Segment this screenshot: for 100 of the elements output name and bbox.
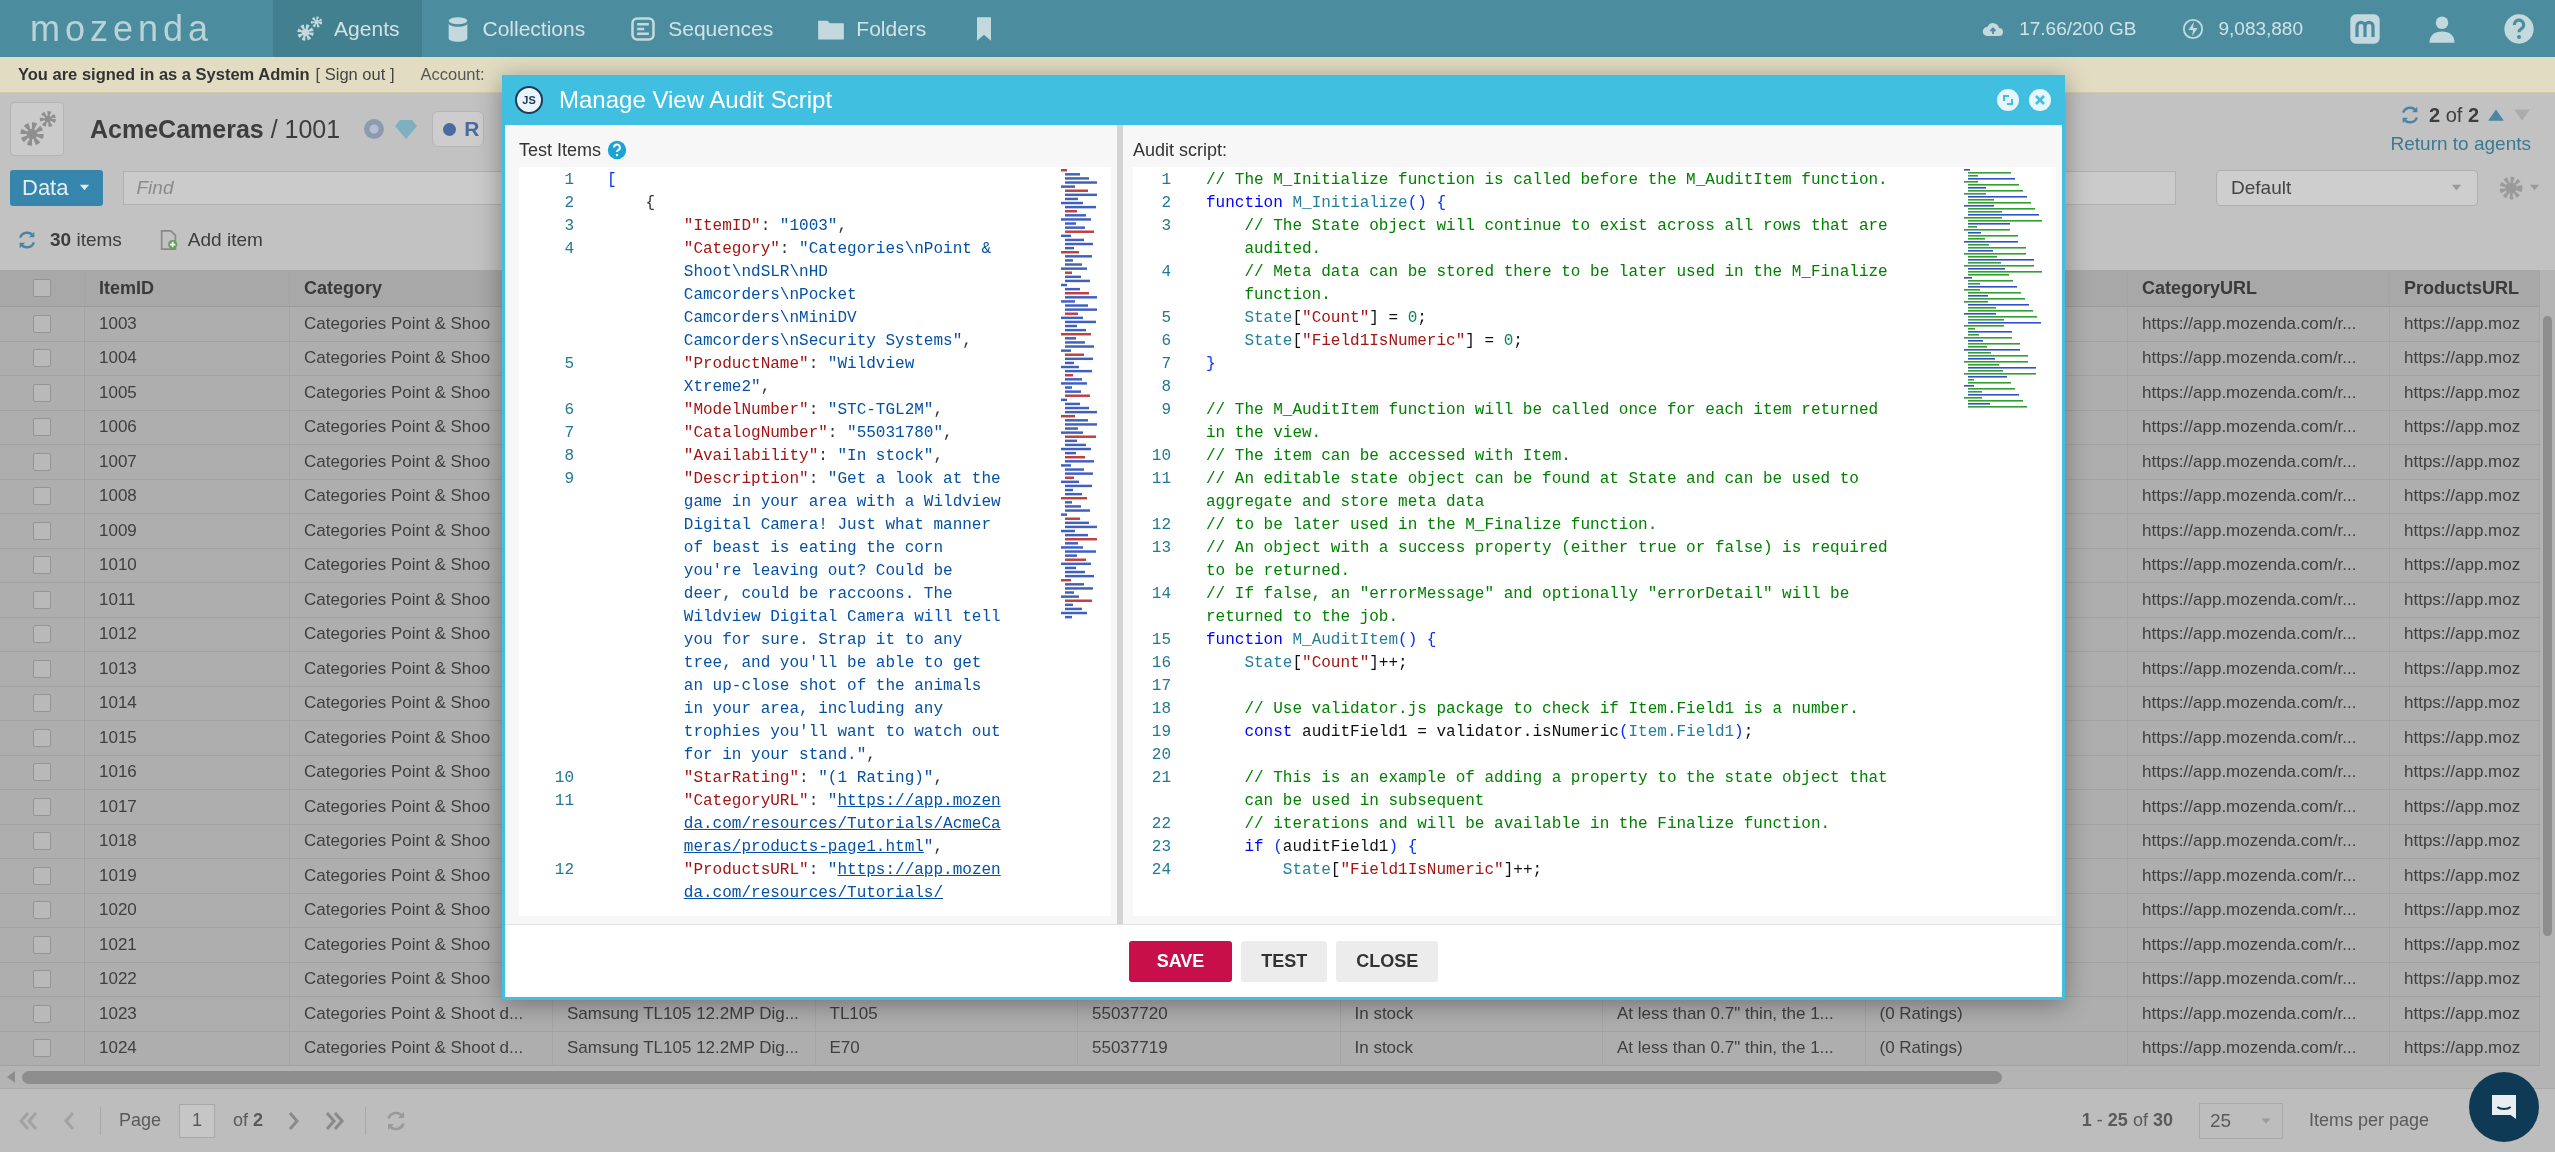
save-button[interactable]: SAVE — [1128, 940, 1233, 982]
nav-tab[interactable]: Folders — [795, 0, 949, 57]
help-icon[interactable] — [607, 140, 628, 160]
code-line: "Availability": "In stock", — [682, 446, 945, 467]
checkbox[interactable] — [33, 487, 51, 506]
checkbox[interactable] — [33, 452, 51, 471]
storage-usage: 17.66/200 GB — [2019, 17, 2137, 40]
app-logo: mozenda — [29, 7, 215, 50]
table-cell: (0 Ratings) — [1879, 1003, 1963, 1024]
close-icon[interactable] — [2028, 88, 2052, 112]
refresh-icon[interactable] — [16, 229, 38, 251]
checkbox[interactable] — [33, 279, 51, 297]
line-number: 1 — [563, 170, 574, 191]
table-cell: Categories Point & Shoo — [304, 624, 491, 645]
m-logo-icon[interactable] — [2349, 12, 2381, 45]
checkbox[interactable] — [33, 763, 51, 782]
checkbox[interactable] — [33, 349, 51, 368]
table-cell: https://app.mozenda.com/r... — [2142, 969, 2357, 990]
line-number: 15 — [1150, 630, 1171, 651]
table-cell: 1021 — [99, 934, 137, 955]
checkbox[interactable] — [33, 418, 51, 437]
checkbox[interactable] — [33, 866, 51, 885]
scrollbar-thumb[interactable] — [2543, 316, 2552, 936]
table-cell: Categories Point & Shoo — [304, 727, 491, 748]
nav-tab[interactable]: Sequences — [607, 0, 796, 57]
checkbox[interactable] — [33, 590, 51, 609]
table-cell: Categories Point & Shoo — [304, 658, 491, 679]
line-number: 10 — [553, 768, 574, 789]
checkbox[interactable] — [33, 521, 51, 540]
line-number: 17 — [1150, 676, 1171, 697]
help-icon[interactable] — [2503, 12, 2535, 45]
scrollbar-thumb[interactable] — [22, 1070, 2002, 1084]
checkbox[interactable] — [33, 797, 51, 816]
add-item-button[interactable]: Add item — [187, 229, 263, 251]
line-number: 3 — [563, 216, 574, 237]
code-line: // Use validator.js package to check if Item.Field1 is a number. — [1243, 699, 1860, 720]
restore-icon[interactable] — [1996, 88, 2020, 112]
code-line: [ — [607, 170, 618, 191]
gears-icon — [17, 109, 57, 149]
table-cell: Categories Point & Shoo — [304, 693, 491, 714]
table-cell: 55037720 — [1092, 1003, 1168, 1024]
checkbox[interactable] — [33, 1039, 51, 1058]
bolt-icon — [2182, 17, 2205, 40]
checkbox[interactable] — [33, 832, 51, 851]
code-line: State["Count"] = 0; — [1243, 308, 1428, 329]
up-arrow-icon[interactable] — [2487, 108, 2505, 122]
checkbox[interactable] — [33, 728, 51, 747]
checkbox[interactable] — [33, 694, 51, 713]
checkbox[interactable] — [33, 901, 51, 920]
table-cell: In stock — [1354, 1038, 1414, 1059]
credit-count: 9,083,880 — [2218, 17, 2303, 40]
line-number: 23 — [1150, 837, 1171, 858]
page-total: of 2 — [233, 1110, 264, 1131]
dialog-button[interactable]: TEST — [1241, 940, 1328, 982]
checkbox[interactable] — [33, 970, 51, 989]
checkbox[interactable] — [33, 625, 51, 644]
code-line: "ModelNumber": "STC-TGL2M", — [682, 400, 945, 421]
checkbox[interactable] — [33, 935, 51, 954]
left-arrow-icon[interactable] — [6, 1070, 16, 1084]
code-line: if (auditField1) { — [1243, 837, 1419, 858]
checkbox[interactable] — [33, 1004, 51, 1023]
table-cell: https://app.moz — [2404, 693, 2521, 714]
table-cell: https://app.moz — [2404, 762, 2521, 783]
status-chip[interactable]: R — [432, 111, 485, 147]
column-header[interactable]: Category — [304, 277, 383, 299]
code-line: // to be later used in the M_Finalize function. — [1206, 515, 1659, 536]
table-cell: https://app.mozenda.com/r... — [2142, 865, 2357, 886]
settings-icon[interactable] — [2498, 174, 2524, 201]
code-line: "Category": "Categories\nPoint & Shoot\ndSLR\nHD Camcorders\nPocket Camcorders\nMiniDV Camcorders\nSecurity Systems", — [682, 239, 993, 352]
checkbox[interactable] — [33, 659, 51, 678]
table-cell: https://app.mozenda.com/r... — [2142, 520, 2357, 541]
table-cell: https://app.moz — [2404, 555, 2521, 576]
nav-tab[interactable]: Collections — [421, 0, 608, 57]
table-cell: 1006 — [99, 417, 137, 438]
table-cell: https://app.moz — [2404, 451, 2521, 472]
checkbox[interactable] — [33, 383, 51, 402]
checkbox[interactable] — [33, 556, 51, 575]
dialog-button[interactable]: CLOSE — [1336, 940, 1439, 982]
code-line: "ItemID": "1003", — [682, 216, 849, 237]
per-page-select[interactable]: 25 — [2198, 1102, 2283, 1139]
code-line: State["Field1IsNumeric"]++; — [1281, 860, 1544, 881]
table-cell: 1014 — [99, 693, 137, 714]
column-header[interactable]: ProductsURL — [2404, 277, 2519, 299]
table-cell: Categories Point & Shoo — [304, 486, 491, 507]
data-button[interactable]: Data — [10, 169, 104, 206]
table-cell: https://app.moz — [2404, 727, 2521, 748]
code-line: // An object with a success property (either true or false) is required to be returned. — [1206, 538, 1889, 582]
vertical-scrollbar[interactable] — [2540, 270, 2555, 1066]
gears-icon — [295, 14, 324, 43]
column-header[interactable]: CategoryURL — [2142, 277, 2257, 299]
checkbox[interactable] — [33, 314, 51, 333]
return-to-agents-link[interactable]: Return to agents — [2390, 132, 2531, 155]
sign-out-link[interactable]: [ Sign out ] — [315, 65, 395, 84]
page-field[interactable]: 1 — [179, 1103, 216, 1138]
nav-tab[interactable]: Agents — [273, 0, 422, 57]
column-header[interactable]: ItemID — [99, 277, 154, 299]
table-cell: At less than 0.7" thin, the 1... — [1617, 1003, 1834, 1024]
table-cell: https://app.mozenda.com/r... — [2142, 693, 2357, 714]
view-select[interactable]: Default — [2216, 169, 2478, 206]
code-line: // iterations and will be available in the Finalize function. — [1243, 814, 1832, 835]
